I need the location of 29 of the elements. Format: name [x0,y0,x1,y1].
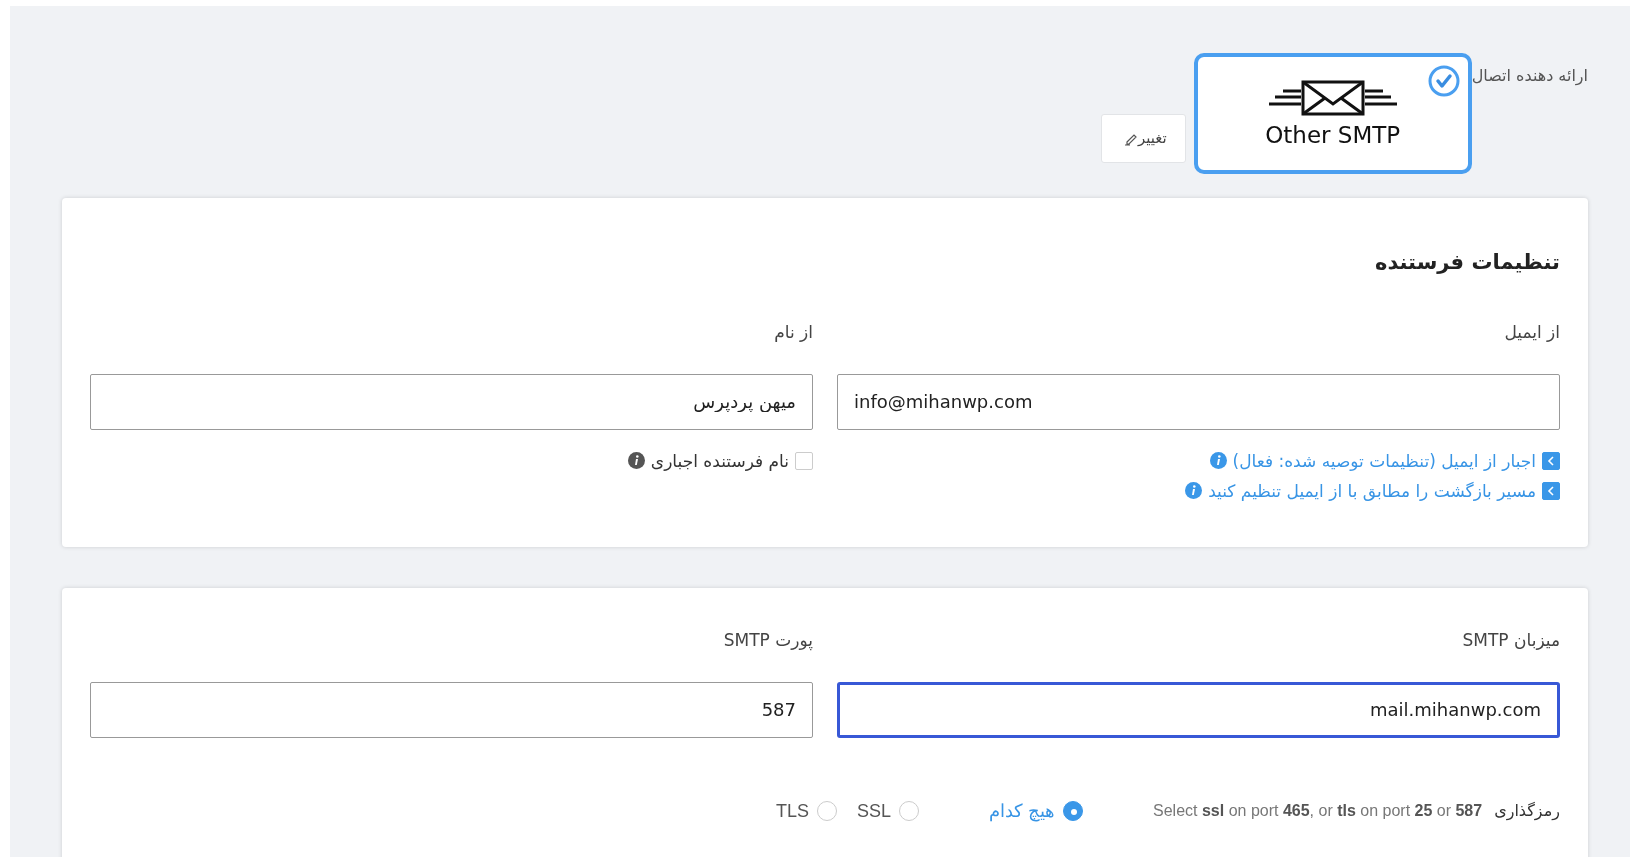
field-label: میزبان SMTP [1461,629,1560,652]
checkbox[interactable] [1542,451,1560,470]
section-title: تنظیمات فرستنده [1374,250,1560,276]
field-label: از ایمیل [1503,321,1560,345]
provider-name: Other SMTP [1265,124,1401,147]
envelope-icon [1268,80,1397,116]
radio-label[interactable]: TLS [775,797,809,825]
input-field[interactable]: mail.mihanwp.com [837,681,1560,738]
radio-label[interactable]: SSL [856,797,891,825]
input-field[interactable]: info@mihanwp.com [837,373,1560,430]
input-field[interactable]: 587 [90,681,813,738]
info-icon[interactable] [1209,452,1227,470]
field-label: رمزگذاری [1494,800,1560,823]
change-button[interactable]: تغییر [1101,114,1186,163]
provider-card[interactable]: Other SMTP [1193,53,1472,174]
radio-button[interactable] [899,801,919,821]
info-icon[interactable] [1185,482,1203,500]
field-label: از نام [773,321,813,345]
radio-button[interactable] [816,801,837,821]
field-label: پورت SMTP [722,629,813,653]
hint-text: Select ssl on port 465, or tls on port 25 or 587 [1153,801,1483,821]
checkbox[interactable] [1542,481,1560,500]
checkbox-label[interactable]: نام فرستنده اجباری [650,445,789,476]
radio-button[interactable] [1063,801,1083,821]
checkbox[interactable] [795,451,813,470]
info-icon[interactable] [627,452,645,470]
field-label: ارائه دهنده اتصال [1471,65,1588,88]
checkmark-icon [1427,65,1460,97]
input-field[interactable]: میهن پردپرس [90,373,813,430]
